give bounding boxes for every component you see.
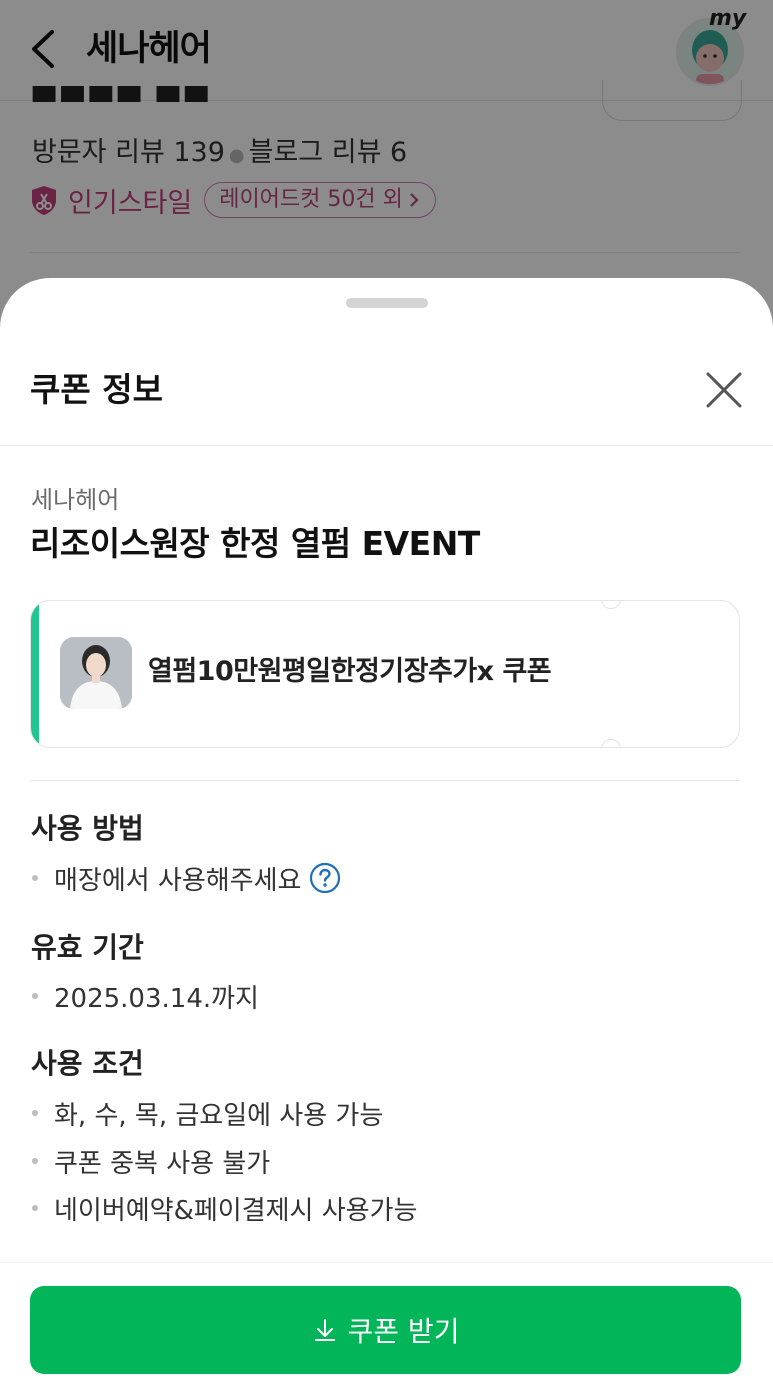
usage-condition-item: 네이버예약&페이결제시 사용가능	[30, 1188, 417, 1228]
bullet-dot	[32, 993, 38, 999]
sheet-drag-handle[interactable]	[346, 298, 428, 308]
usage-condition-text: 쿠폰 중복 사용 불가	[54, 1148, 271, 1179]
close-icon[interactable]	[702, 368, 746, 412]
question-icon[interactable]	[309, 862, 341, 894]
app-screen: 세나헤어 my ■■■■ ■■ 방문자 리뷰 139●블로그 리뷰 6	[0, 0, 773, 1395]
usage-condition-text: 화, 수, 목, 금요일에 사용 가능	[54, 1100, 384, 1131]
usage-method-item: 매장에서 사용해주세요	[30, 858, 341, 898]
validity-period-item: 2025.03.14.까지	[30, 976, 259, 1016]
designer-photo	[60, 637, 132, 709]
get-coupon-button[interactable]: 쿠폰 받기	[30, 1286, 741, 1374]
usage-method-heading: 사용 방법	[31, 812, 144, 845]
bullet-dot	[32, 1158, 38, 1164]
usage-condition-text: 네이버예약&페이결제시 사용가능	[54, 1195, 418, 1226]
designer-portrait-icon	[60, 637, 132, 709]
validity-period-heading: 유효 기간	[31, 931, 144, 964]
sheet-title: 쿠폰 정보	[30, 370, 163, 409]
validity-period-text: 2025.03.14.까지	[54, 983, 259, 1014]
ticket-accent-bar	[31, 601, 39, 747]
event-title: 리조이스원장 한정 열펌 EVENT	[30, 524, 480, 563]
download-icon	[314, 1319, 335, 1341]
section-divider	[30, 780, 740, 781]
footer-divider	[0, 1262, 773, 1263]
coupon-ticket: 열펌10만원평일한정기장추가x 쿠폰	[30, 600, 740, 748]
usage-condition-item: 화, 수, 목, 금요일에 사용 가능	[30, 1093, 383, 1133]
bullet-dot	[32, 875, 38, 881]
coupon-name: 열펌10만원평일한정기장추가x 쿠폰	[148, 656, 552, 687]
shop-name: 세나헤어	[31, 486, 120, 514]
bullet-dot	[32, 1110, 38, 1116]
usage-condition-item: 쿠폰 중복 사용 불가	[30, 1141, 270, 1181]
usage-conditions-heading: 사용 조건	[31, 1047, 144, 1080]
ticket-notch-top	[601, 601, 621, 609]
get-coupon-button-label: 쿠폰 받기	[347, 1315, 460, 1348]
sheet-header-divider	[0, 445, 773, 446]
coupon-info-sheet: 쿠폰 정보 세나헤어 리조이스원장 한정 열펌 EVENT 열펌10만원평일한정…	[0, 278, 773, 1395]
bullet-dot	[32, 1205, 38, 1211]
usage-method-text: 매장에서 사용해주세요	[54, 865, 302, 896]
ticket-notch-bottom	[601, 739, 621, 747]
